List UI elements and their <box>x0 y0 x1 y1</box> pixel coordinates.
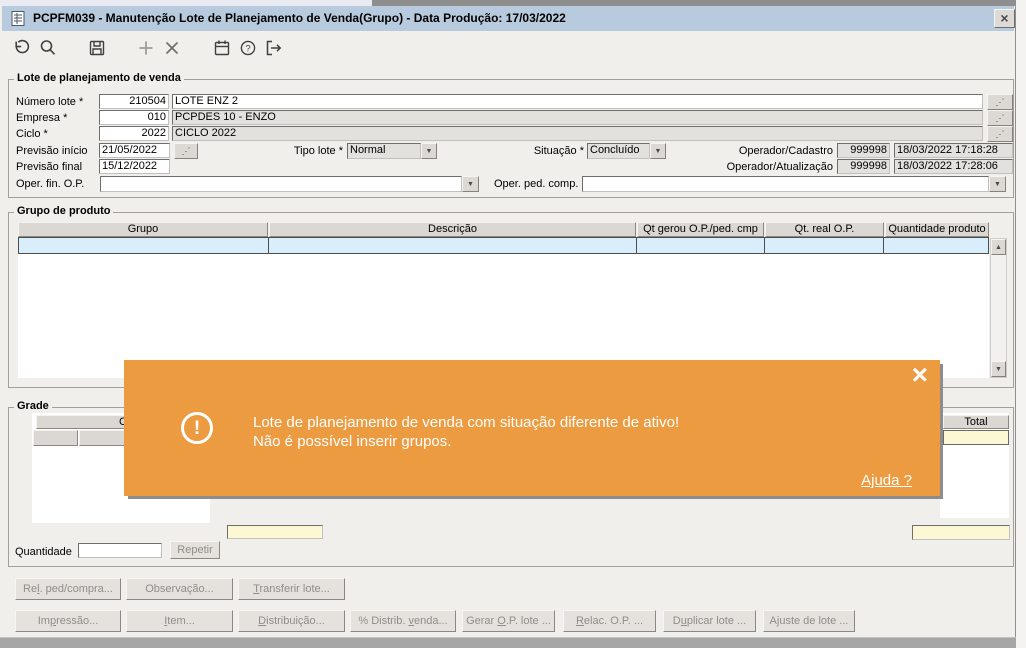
ciclo-lookup-button[interactable]: ⋰ <box>987 126 1013 142</box>
help-icon[interactable]: ? <box>238 38 258 58</box>
oper-ped-comp-combobox[interactable] <box>582 176 989 192</box>
toast-message-line1: Lote de planejamento de venda com situaç… <box>253 414 680 431</box>
previsao-inicio-label: Previsão início <box>16 145 88 157</box>
situacao-dropdown-icon[interactable]: ▼ <box>650 143 666 159</box>
observacao-button[interactable]: Observação... <box>126 578 233 600</box>
exit-icon[interactable] <box>263 38 285 58</box>
ciclo-input[interactable]: 2022 <box>99 126 169 141</box>
operador-atualizacao-code-field: 999998 <box>837 159 890 174</box>
toolbar: ? <box>2 31 1014 65</box>
empresa-input[interactable]: 010 <box>99 110 169 125</box>
toast-close-icon[interactable]: × <box>912 360 928 390</box>
ajuste-de-lote-button[interactable]: Ajuste de lote ... <box>763 610 855 632</box>
scroll-up-icon[interactable]: ▲ <box>991 239 1006 255</box>
selected-row-cell-descricao[interactable] <box>269 238 637 253</box>
tipo-lote-combobox[interactable]: Normal <box>347 143 421 159</box>
column-header-quantidade-produto[interactable]: Quantidade produto <box>885 222 989 237</box>
warning-icon: ! <box>181 412 213 444</box>
previsao-inicio-lookup-button[interactable]: ⋰ <box>174 143 198 159</box>
grupo-table-selected-row[interactable] <box>18 237 989 254</box>
numero-lote-input[interactable]: 210504 <box>99 94 169 109</box>
situacao-label: Situação * <box>533 145 584 157</box>
search-icon[interactable] <box>38 38 58 58</box>
tipo-lote-dropdown-icon[interactable]: ▼ <box>421 143 437 159</box>
toast-help-link[interactable]: Ajuda ? <box>861 472 912 489</box>
operador-atualizacao-label: Operador/Atualização <box>726 161 833 173</box>
selected-row-cell-grupo[interactable] <box>19 238 269 253</box>
operador-cadastro-datetime-field: 18/03/2022 17:18:28 <box>894 143 1013 158</box>
bottom-frame-strip <box>0 637 1016 648</box>
operador-atualizacao-datetime-field: 18/03/2022 17:28:06 <box>894 159 1013 174</box>
quantidade-input[interactable] <box>78 543 162 558</box>
grade-legend: Grade <box>14 401 52 412</box>
grade-grand-total-field <box>912 525 1010 540</box>
grade-total-header: Total <box>943 415 1009 429</box>
selected-row-cell-qt-real[interactable] <box>765 238 884 253</box>
numero-lote-lookup-button[interactable]: ⋰ <box>987 94 1013 110</box>
scroll-down-icon[interactable]: ▼ <box>991 361 1006 377</box>
toast-shadow-right <box>940 364 943 499</box>
window-title: PCPFM039 - Manutenção Lote de Planejamen… <box>33 11 566 25</box>
empresa-desc-field: PCPDES 10 - ENZO <box>172 110 983 125</box>
duplicar-lote-button[interactable]: Duplicar lote ... <box>663 610 756 632</box>
previsao-inicio-input[interactable]: 21/05/2022 <box>99 143 170 158</box>
previsao-final-label: Previsão final <box>16 161 83 173</box>
application-window: PCPFM039 - Manutenção Lote de Planejamen… <box>0 0 1026 648</box>
selected-row-cell-qt-gerou[interactable] <box>637 238 765 253</box>
selected-row-cell-quantidade[interactable] <box>884 238 988 253</box>
grupo-table-scrollbar[interactable]: ▲ ▼ <box>990 238 1007 378</box>
relac-op-button[interactable]: Relac. O.P. ... <box>563 610 656 632</box>
calendar-icon[interactable] <box>212 38 232 58</box>
oper-ped-comp-dropdown-icon[interactable]: ▼ <box>989 176 1006 192</box>
toast-shadow-bottom <box>128 496 943 499</box>
ciclo-label: Ciclo * <box>16 128 48 140</box>
save-icon[interactable] <box>87 38 107 58</box>
oper-fin-op-dropdown-icon[interactable]: ▼ <box>462 176 479 192</box>
quantidade-label: Quantidade <box>15 546 72 558</box>
svg-text:?: ? <box>245 44 250 55</box>
grade-column-total-field <box>227 525 323 539</box>
oper-ped-comp-label: Oper. ped. comp. <box>494 178 579 190</box>
window-close-button[interactable]: × <box>994 9 1015 28</box>
previsao-final-input[interactable]: 15/12/2022 <box>99 159 170 174</box>
undo-icon[interactable] <box>11 38 31 58</box>
column-header-grupo[interactable]: Grupo <box>18 222 268 237</box>
ciclo-desc-field: CICLO 2022 <box>172 126 983 141</box>
operador-cadastro-label: Operador/Cadastro <box>738 145 833 157</box>
operador-cadastro-code-field: 999998 <box>837 143 890 158</box>
numero-lote-label: Número lote * <box>16 96 84 108</box>
notification-toast: × ! Lote de planejamento de venda com si… <box>124 360 940 496</box>
empresa-label: Empresa * <box>16 112 68 124</box>
distrib-venda-button[interactable]: % Distrib. venda... <box>350 610 456 632</box>
rel-ped-compra-button[interactable]: Rel. ped/compra... <box>15 578 121 600</box>
toast-message-line2: Não é possível inserir grupos. <box>253 433 452 450</box>
grupo-produto-legend: Grupo de produto <box>14 206 114 217</box>
gerar-op-lote-button[interactable]: Gerar O.P. lote ... <box>462 610 555 632</box>
impressao-button[interactable]: Impressão... <box>15 610 121 632</box>
grade-total-cell <box>943 430 1009 445</box>
item-button[interactable]: Item... <box>126 610 233 632</box>
oper-fin-op-label: Oper. fin. O.P. <box>16 178 85 190</box>
repetir-button[interactable]: Repetir <box>170 541 220 559</box>
add-icon[interactable] <box>136 38 156 58</box>
grade-row-header-cell-1 <box>33 430 78 446</box>
titlebar[interactable]: PCPFM039 - Manutenção Lote de Planejamen… <box>2 6 1015 31</box>
lote-groupbox-legend: Lote de planejamento de venda <box>14 73 184 84</box>
column-header-descricao[interactable]: Descrição <box>269 222 636 237</box>
tipo-lote-label: Tipo lote * <box>293 145 343 157</box>
window-document-icon <box>10 10 27 27</box>
column-header-qt-real[interactable]: Qt. real O.P. <box>765 222 884 237</box>
transferir-lote-button[interactable]: Transferir lote... <box>238 578 345 600</box>
oper-fin-op-combobox[interactable] <box>100 176 462 192</box>
delete-icon[interactable] <box>162 38 182 58</box>
distribuicao-button[interactable]: Distribuição... <box>238 610 345 632</box>
situacao-combobox[interactable]: Concluído <box>587 143 650 159</box>
numero-lote-desc-field[interactable]: LOTE ENZ 2 <box>172 94 983 109</box>
empresa-lookup-button[interactable]: ⋰ <box>987 110 1013 126</box>
column-header-qt-gerou[interactable]: Qt gerou O.P./ped. cmp <box>637 222 764 237</box>
